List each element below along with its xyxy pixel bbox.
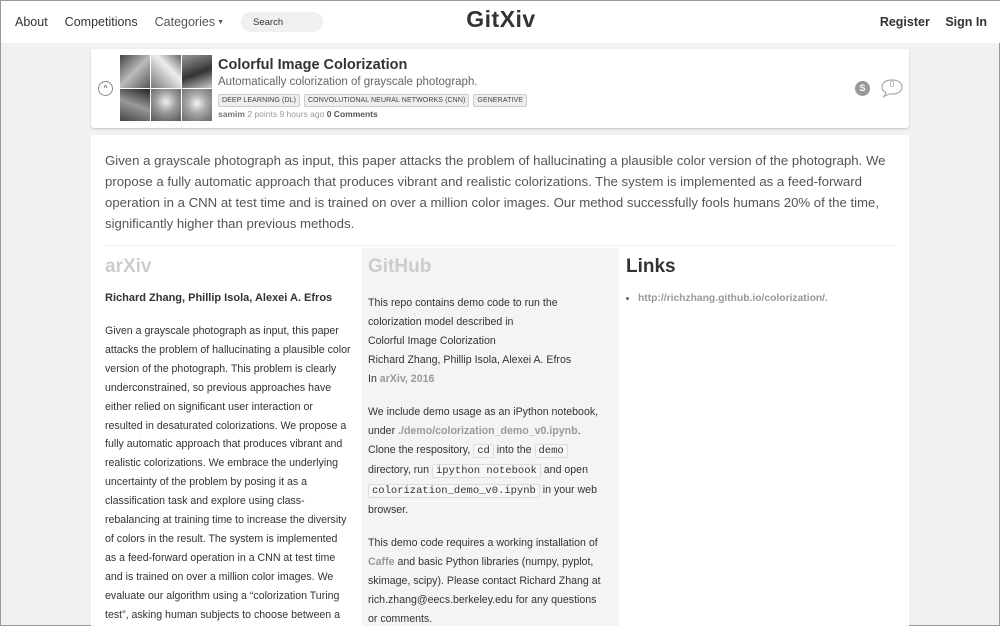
thumbnail-tile: [182, 88, 212, 121]
post-abstract: Given a grayscale photograph as input, t…: [105, 153, 886, 231]
gh-authors: Richard Zhang, Phillip Isola, Alexei A. …: [368, 354, 572, 366]
code-cd: cd: [473, 444, 494, 458]
post-content: Given a grayscale photograph as input, t…: [91, 135, 909, 626]
thumbnail-tile: [182, 55, 212, 88]
upvote-button[interactable]: ^: [98, 81, 113, 96]
arxiv-authors: Richard Zhang, Phillip Isola, Alexei A. …: [105, 292, 333, 304]
site-logo[interactable]: GitXiv: [466, 6, 535, 32]
logo-wrapper: GitXiv: [1, 6, 1000, 33]
code-demo: demo: [534, 444, 568, 458]
arxiv-heading[interactable]: arXiv: [105, 256, 345, 278]
links-list: http://richzhang.github.io/colorization/…: [638, 293, 896, 304]
section-divider: [105, 245, 896, 246]
comment-count: 0: [889, 80, 895, 89]
tag-cnn[interactable]: CONVOLUTIONAL NEURAL NETWORKS (CNN): [304, 94, 470, 107]
github-paragraph-2: We include demo usage as an iPython note…: [368, 403, 608, 520]
code-ipython-notebook: ipython notebook: [432, 464, 541, 478]
arxiv-column: arXiv Richard Zhang, Phillip Isola, Alex…: [105, 248, 351, 625]
project-page-link[interactable]: http://richzhang.github.io/colorization/…: [638, 293, 828, 304]
links-column: Links http://richzhang.github.io/coloriz…: [626, 248, 896, 304]
register-link[interactable]: Register: [880, 15, 930, 29]
demo-notebook-link[interactable]: ./demo/colorization_demo_v0.ipynb: [398, 425, 578, 437]
gh-text: This repo contains demo code to run the …: [368, 297, 558, 328]
nav-right: Register Sign In: [868, 15, 987, 29]
thumbnail-tile: [151, 55, 181, 88]
comment-bubble-icon[interactable]: 0: [880, 78, 904, 98]
post-points-time: 2 points 9 hours ago: [247, 109, 325, 119]
chevron-up-icon: ^: [103, 84, 108, 93]
post-tags: DEEP LEARNING (DL) CONVOLUTIONAL NEURAL …: [218, 94, 531, 107]
thumbnail-tile: [120, 55, 150, 88]
gh-text: and open: [543, 464, 588, 476]
gh-paper-title: Colorful Image Colorization: [368, 335, 496, 347]
caffe-link[interactable]: Caffe: [368, 556, 395, 568]
top-navbar: About Competitions Categories▼ GitXiv Re…: [1, 1, 1000, 43]
post-subtitle: Automatically colorization of grayscale …: [218, 76, 478, 88]
post-title[interactable]: Colorful Image Colorization: [218, 57, 407, 73]
gh-text: and basic Python libraries (numpy, pyplo…: [368, 556, 601, 625]
tag-deep-learning[interactable]: DEEP LEARNING (DL): [218, 94, 301, 107]
gh-text: In: [368, 373, 377, 385]
comments-link[interactable]: 0 Comments: [327, 109, 378, 119]
post-card: ^ Colorful Image Colorization Automatica…: [91, 49, 909, 128]
post-thumbnail[interactable]: [120, 55, 212, 121]
github-paragraph-1: This repo contains demo code to run the …: [368, 294, 608, 389]
share-icon[interactable]: S: [855, 81, 870, 96]
github-paragraph-3: This demo code requires a working instal…: [368, 534, 608, 626]
sign-in-link[interactable]: Sign In: [945, 15, 987, 29]
thumbnail-tile: [120, 88, 150, 121]
links-list-item: http://richzhang.github.io/colorization/…: [638, 293, 896, 304]
github-column: GitHub This repo contains demo code to r…: [362, 248, 619, 626]
github-heading[interactable]: GitHub: [368, 256, 619, 278]
thumbnail-tile: [151, 88, 181, 121]
arxiv-abstract: Given a grayscale photograph as input, t…: [105, 325, 351, 621]
github-inner: GitHub This repo contains demo code to r…: [362, 256, 619, 626]
arxiv-venue-link[interactable]: arXiv, 2016: [380, 373, 435, 385]
gh-text: directory, run: [368, 464, 430, 476]
post-author[interactable]: samim: [218, 109, 245, 119]
post-meta: samim 2 points 9 hours ago 0 Comments: [218, 109, 378, 119]
code-notebook-file: colorization_demo_v0.ipynb: [368, 484, 540, 498]
links-heading: Links: [626, 256, 676, 277]
tag-generative[interactable]: GENERATIVE: [473, 94, 528, 107]
gh-text: into the: [496, 444, 532, 456]
gh-text: This demo code requires a working instal…: [368, 537, 598, 549]
